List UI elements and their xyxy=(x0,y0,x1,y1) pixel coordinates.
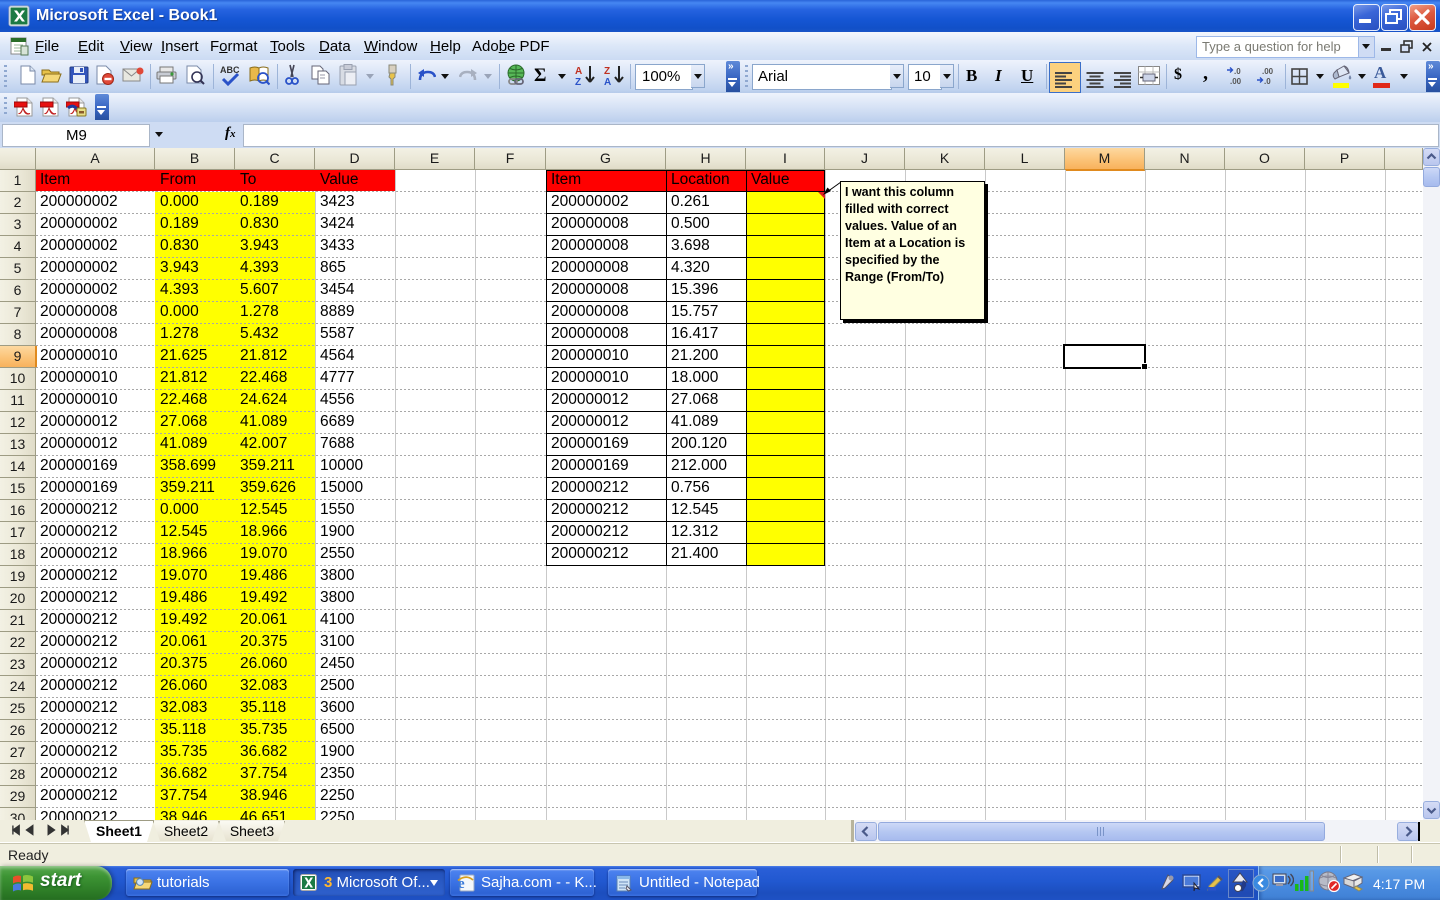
svg-text:A: A xyxy=(575,66,582,77)
svg-text:Z: Z xyxy=(604,66,610,77)
svg-text:Z: Z xyxy=(575,77,581,87)
svg-text:.0: .0 xyxy=(1234,67,1241,76)
svg-text:.0: .0 xyxy=(1264,77,1271,86)
svg-text:.00: .00 xyxy=(1230,77,1242,86)
svg-text:A: A xyxy=(604,77,611,87)
svg-text:.00: .00 xyxy=(1262,67,1274,76)
